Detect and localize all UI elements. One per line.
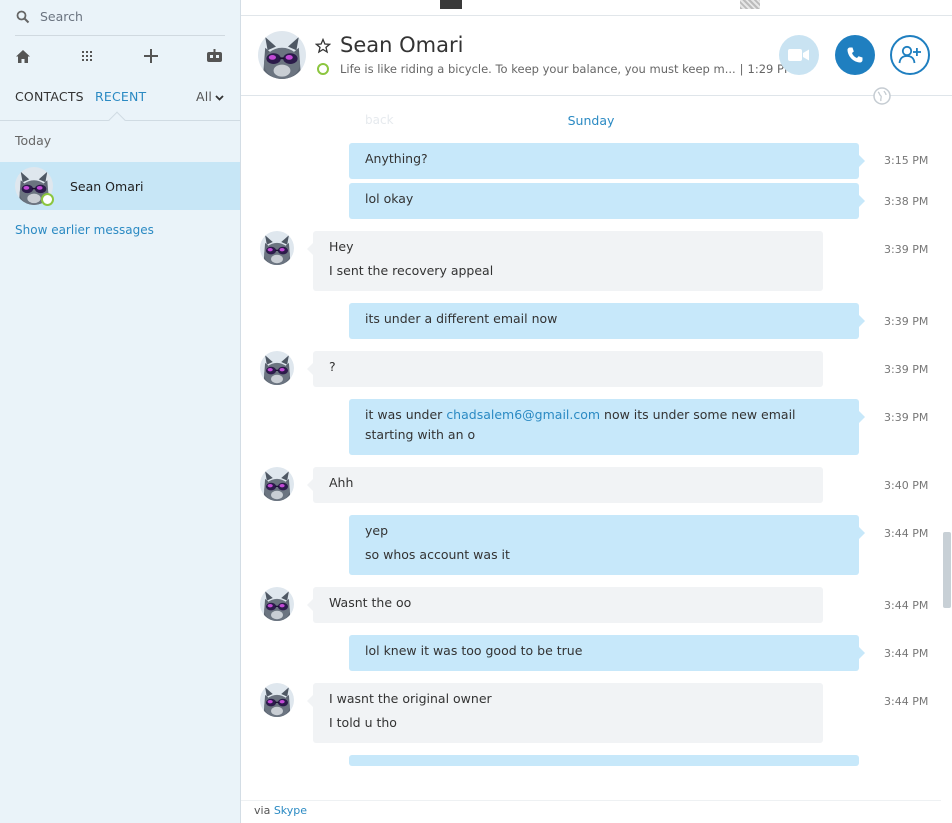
incoming-message[interactable]: Wasnt the oo bbox=[307, 587, 823, 623]
outgoing-message[interactable]: its under a different email now bbox=[349, 303, 865, 339]
audio-call-button[interactable] bbox=[835, 35, 875, 75]
incoming-message[interactable]: Ahh bbox=[307, 467, 823, 503]
message-text: Hey bbox=[329, 239, 354, 254]
message-text: I told u tho bbox=[329, 715, 397, 730]
message-timestamp: 3:39 PM bbox=[884, 243, 929, 256]
plus-icon[interactable] bbox=[141, 46, 161, 66]
scrollbar-thumb[interactable] bbox=[943, 532, 951, 608]
day-divider: back Sunday bbox=[241, 111, 952, 129]
message-text: ? bbox=[329, 359, 336, 374]
thumbnail-fragment bbox=[740, 0, 760, 9]
day-label: Sunday bbox=[567, 113, 615, 128]
video-call-button[interactable] bbox=[779, 35, 819, 75]
footer: via Skype bbox=[241, 800, 941, 822]
message-text: Wasnt the oo bbox=[329, 595, 412, 610]
sidebar: CONTACTS RECENT All Today Sean Omari Sho… bbox=[0, 0, 241, 823]
contact-name: Sean Omari bbox=[70, 179, 144, 194]
search-bar bbox=[0, 0, 240, 34]
message-timestamp: 3:44 PM bbox=[884, 695, 929, 708]
avatar[interactable] bbox=[260, 231, 294, 265]
via-label: via Skype bbox=[254, 804, 307, 817]
add-people-button[interactable] bbox=[890, 35, 930, 75]
star-icon[interactable] bbox=[314, 37, 332, 54]
filter-label: All bbox=[196, 89, 213, 104]
active-tab-pointer bbox=[108, 111, 126, 129]
mood-text: Life is like riding a bicycle. To keep y… bbox=[340, 62, 736, 76]
separator: | bbox=[739, 62, 744, 76]
outgoing-message[interactable]: Anything? bbox=[349, 143, 865, 179]
email-link[interactable]: chadsalem6@gmail.com bbox=[446, 407, 600, 422]
incoming-message[interactable]: ? bbox=[307, 351, 823, 387]
conversation-pane: Sean Omari Life is like riding a bicycle… bbox=[241, 0, 952, 823]
skype-link[interactable]: Skype bbox=[274, 804, 307, 817]
message-timestamp: 3:44 PM bbox=[884, 527, 929, 540]
sidebar-tabs: CONTACTS RECENT All bbox=[0, 84, 240, 110]
outgoing-message-partial[interactable] bbox=[349, 755, 859, 766]
tab-recent[interactable]: RECENT bbox=[95, 89, 146, 104]
message-text: it was under chadsalem6@gmail.com now it… bbox=[365, 405, 843, 445]
message-timestamp: 3:38 PM bbox=[884, 195, 929, 208]
scrollbar[interactable] bbox=[941, 96, 952, 796]
outgoing-message[interactable]: it was under chadsalem6@gmail.com now it… bbox=[349, 399, 865, 455]
message-timestamp: 3:39 PM bbox=[884, 315, 929, 328]
message-text: Ahh bbox=[329, 475, 354, 490]
add-contact-icon bbox=[898, 45, 921, 64]
divider bbox=[15, 35, 225, 36]
incoming-message[interactable]: I wasnt the original owner I told u tho bbox=[307, 683, 823, 743]
avatar[interactable] bbox=[260, 467, 294, 501]
via-text: via bbox=[254, 804, 271, 817]
message-timestamp: 3:39 PM bbox=[884, 363, 929, 376]
video-call-icon bbox=[788, 49, 809, 61]
avatar[interactable] bbox=[260, 587, 294, 621]
message-text: Anything? bbox=[365, 151, 428, 166]
outgoing-message[interactable]: yep so whos account was it bbox=[349, 515, 865, 575]
dialpad-icon[interactable] bbox=[77, 46, 97, 66]
message-text: I sent the recovery appeal bbox=[329, 263, 494, 278]
avatar[interactable] bbox=[260, 683, 294, 717]
chevron-down-icon bbox=[215, 89, 224, 104]
outgoing-message[interactable]: lol knew it was too good to be true bbox=[349, 635, 865, 671]
contact-name: Sean Omari bbox=[340, 33, 464, 57]
message-timestamp: 3:44 PM bbox=[884, 599, 929, 612]
presence-online-icon bbox=[317, 63, 329, 75]
message-text-part: it was under bbox=[365, 407, 447, 422]
avatar[interactable] bbox=[258, 31, 306, 79]
message-timestamp: 3:39 PM bbox=[884, 411, 929, 424]
search-input[interactable] bbox=[40, 5, 220, 27]
message-text: yep bbox=[365, 523, 389, 538]
show-earlier-messages-link[interactable]: Show earlier messages bbox=[15, 223, 154, 237]
globe-icon[interactable] bbox=[873, 87, 891, 105]
section-label-today: Today bbox=[15, 133, 52, 148]
message-text: so whos account was it bbox=[365, 547, 510, 562]
message-text: lol okay bbox=[365, 191, 414, 206]
message-timestamp: 3:44 PM bbox=[884, 647, 929, 660]
thumbnail-fragment bbox=[440, 0, 462, 9]
recent-contact-item[interactable]: Sean Omari bbox=[0, 162, 240, 210]
avatar[interactable] bbox=[260, 351, 294, 385]
message-timestamp: 3:15 PM bbox=[884, 154, 929, 167]
message-text: lol knew it was too good to be true bbox=[365, 643, 583, 658]
mood-message: Life is like riding a bicycle. To keep y… bbox=[340, 62, 794, 76]
conversation-header: Sean Omari Life is like riding a bicycle… bbox=[241, 17, 952, 96]
top-strip bbox=[241, 0, 952, 16]
sidebar-toolbar bbox=[0, 40, 240, 72]
message-text: its under a different email now bbox=[365, 311, 558, 326]
home-icon[interactable] bbox=[13, 46, 33, 66]
message-text: I wasnt the original owner bbox=[329, 691, 492, 706]
search-icon bbox=[16, 9, 30, 24]
message-timestamp: 3:40 PM bbox=[884, 479, 929, 492]
tab-contacts[interactable]: CONTACTS bbox=[15, 89, 84, 104]
outgoing-message[interactable]: lol okay bbox=[349, 183, 865, 219]
phone-icon bbox=[847, 47, 863, 63]
bot-icon[interactable] bbox=[204, 46, 224, 66]
message-list[interactable]: Anything? 3:15 PM lol okay 3:38 PM Hey I… bbox=[241, 130, 941, 766]
presence-online-icon bbox=[41, 193, 54, 206]
incoming-message[interactable]: Hey I sent the recovery appeal bbox=[307, 231, 823, 291]
filter-dropdown[interactable]: All bbox=[196, 89, 224, 104]
